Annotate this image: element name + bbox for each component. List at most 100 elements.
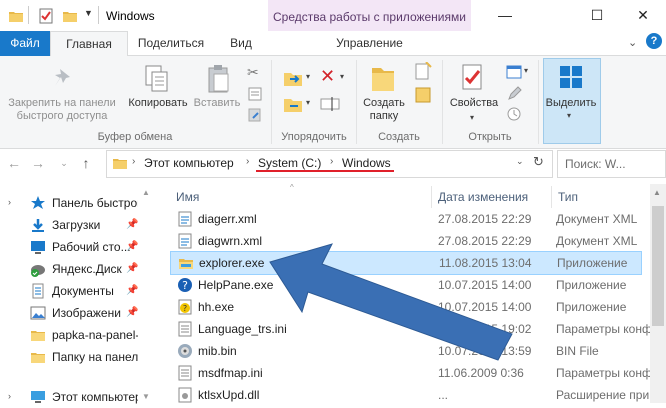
move-to-icon[interactable] — [282, 68, 304, 88]
nav-label: Рабочий сто... — [52, 240, 131, 254]
nav-item-desktop[interactable]: Рабочий сто... 📌 — [18, 236, 138, 258]
table-row-selected[interactable]: explorer.exe 11.08.2015 13:04 Приложение — [170, 251, 642, 275]
pin-icon[interactable]: 📌 — [126, 258, 138, 280]
file-date: 10.07.2015 14:00 — [438, 278, 532, 292]
scroll-up-icon[interactable]: ▲ — [653, 188, 661, 197]
column-date[interactable]: Дата изменения — [438, 184, 528, 210]
edit-icon[interactable] — [506, 86, 522, 102]
expand-arrow-icon[interactable]: › — [8, 391, 11, 401]
table-row[interactable]: diagwrn.xml 27.08.2015 22:29 Документ XM… — [170, 230, 640, 252]
nav-label: Загрузки — [52, 218, 101, 232]
refresh-icon[interactable]: ↻ — [533, 154, 544, 170]
cut-icon[interactable]: ✂ — [247, 64, 263, 80]
new-folder-button[interactable]: Создать папку — [356, 97, 412, 123]
breadcrumb-windows[interactable]: Windows — [342, 156, 391, 170]
bin-file-icon — [178, 344, 192, 358]
file-type: Документ XML — [556, 212, 638, 226]
nav-item-papka-na-panel[interactable]: papka-na-panel- — [18, 324, 138, 346]
properties-button[interactable]: Свойства — [446, 97, 502, 110]
tab-share[interactable]: Поделиться — [130, 31, 212, 55]
copy-to-dropdown-icon[interactable]: ▾ — [306, 98, 310, 107]
scrollbar-thumb[interactable] — [652, 206, 664, 326]
tab-file[interactable]: Файл — [0, 31, 50, 56]
nav-item-pictures[interactable]: Изображени 📌 — [18, 302, 138, 324]
pictures-icon — [30, 306, 46, 320]
nav-item-papku-na-panel[interactable]: Папку на панел — [18, 346, 138, 368]
pin-icon[interactable]: 📌 — [126, 214, 138, 236]
file-type: Приложение — [556, 278, 627, 292]
file-type: BIN File — [556, 344, 599, 358]
file-type: Параметры конф — [556, 322, 652, 336]
properties-dropdown-icon[interactable]: ▾ — [470, 113, 474, 122]
address-dropdown-icon[interactable]: ⌄ — [516, 156, 524, 167]
table-row[interactable]: ? HelpPane.exe 10.07.2015 14:00 Приложен… — [170, 274, 640, 296]
file-name: diagwrn.xml — [198, 234, 263, 248]
delete-icon[interactable]: ✕ — [320, 66, 335, 87]
open-icon[interactable] — [506, 64, 522, 80]
back-button[interactable]: ← — [2, 150, 26, 176]
scroll-up-icon[interactable]: ▲ — [142, 188, 150, 197]
pin-icon — [55, 69, 70, 86]
properties-qa-icon[interactable] — [38, 8, 54, 24]
delete-dropdown-icon[interactable]: ▾ — [340, 72, 344, 81]
file-name: msdfmap.ini — [198, 366, 263, 380]
organize-group-label: Упорядочить — [281, 131, 347, 143]
minimize-button[interactable]: — — [482, 0, 528, 31]
nav-item-downloads[interactable]: Загрузки 📌 — [18, 214, 138, 236]
scroll-down-icon[interactable]: ▼ — [142, 392, 150, 401]
pin-icon[interactable]: 📌 — [126, 280, 138, 302]
maximize-button[interactable]: ☐ — [574, 0, 620, 31]
new-item-icon[interactable] — [414, 62, 432, 82]
nav-scrollbar[interactable] — [140, 184, 155, 403]
copy-button[interactable]: Копировать — [124, 97, 192, 110]
file-type: Приложение — [557, 256, 628, 270]
open-group-label: Открыть — [468, 131, 512, 143]
tab-home[interactable]: Главная — [50, 31, 128, 57]
open-dropdown-icon[interactable]: ▾ — [524, 66, 528, 75]
tab-manage[interactable]: Управление — [268, 31, 471, 55]
ribbon-separator-4 — [538, 60, 539, 144]
pin-quick-access-button[interactable]: Закрепить на панели быстрого доступа — [2, 97, 122, 123]
table-row[interactable]: Language_trs.ini 10.03.2015 19:02 Параме… — [170, 318, 652, 340]
paste-shortcut-icon[interactable] — [247, 106, 263, 122]
move-to-dropdown-icon[interactable]: ▾ — [306, 72, 310, 81]
recent-locations-button[interactable]: ⌄ — [52, 150, 76, 176]
expand-arrow-icon[interactable]: › — [8, 197, 11, 207]
new-folder-qa-icon[interactable] — [62, 8, 78, 24]
up-button[interactable]: ↑ — [74, 150, 98, 176]
forward-button[interactable]: → — [26, 150, 50, 176]
column-type[interactable]: Тип — [558, 184, 578, 210]
pin-icon[interactable]: 📌 — [126, 236, 138, 258]
table-row[interactable]: diagerr.xml 27.08.2015 22:29 Документ XM… — [170, 208, 640, 230]
nav-label: Яндекс.Диск — [52, 262, 122, 276]
nav-item-yandex-disk[interactable]: Яндекс.Диск 📌 — [18, 258, 138, 280]
paste-button[interactable]: Вставить — [192, 97, 242, 110]
nav-item-documents[interactable]: Документы 📌 — [18, 280, 138, 302]
help-icon[interactable]: ? — [646, 33, 662, 49]
easy-access-icon[interactable] — [414, 86, 432, 104]
close-button[interactable]: ✕ — [620, 0, 666, 31]
breadcrumb-system-c[interactable]: System (C:) — [258, 156, 321, 170]
qa-dropdown-icon[interactable]: ▼ — [84, 8, 93, 18]
file-name: diagerr.xml — [198, 212, 257, 226]
column-divider[interactable] — [431, 186, 432, 208]
history-icon[interactable] — [506, 106, 522, 122]
explorer-folder-icon — [179, 259, 193, 269]
copy-to-icon[interactable] — [282, 94, 304, 114]
column-name[interactable]: Имя — [176, 184, 199, 210]
tab-view[interactable]: Вид — [216, 31, 266, 55]
rename-icon[interactable] — [320, 96, 340, 112]
nav-item-this-pc[interactable]: Этот компьютер — [18, 386, 138, 408]
file-date: 11.06.2009 0:36 — [438, 366, 524, 380]
documents-icon — [32, 283, 44, 299]
copy-path-icon[interactable] — [247, 86, 263, 102]
pin-icon[interactable]: 📌 — [126, 302, 138, 324]
breadcrumb-this-pc[interactable]: Этот компьютер — [144, 156, 234, 170]
table-row[interactable]: ? hh.exe 10.07.2015 14:00 Приложение — [170, 296, 640, 318]
nav-item-quick-access[interactable]: Панель быстрого — [18, 192, 138, 214]
table-row[interactable]: msdfmap.ini 11.06.2009 0:36 Параметры ко… — [170, 362, 652, 384]
table-row[interactable]: mib.bin 10.07.2015 13:59 BIN File — [170, 340, 640, 362]
collapse-ribbon-icon[interactable]: ⌄ — [628, 36, 637, 49]
nav-label: Этот компьютер — [52, 390, 138, 404]
column-divider[interactable] — [551, 186, 552, 208]
